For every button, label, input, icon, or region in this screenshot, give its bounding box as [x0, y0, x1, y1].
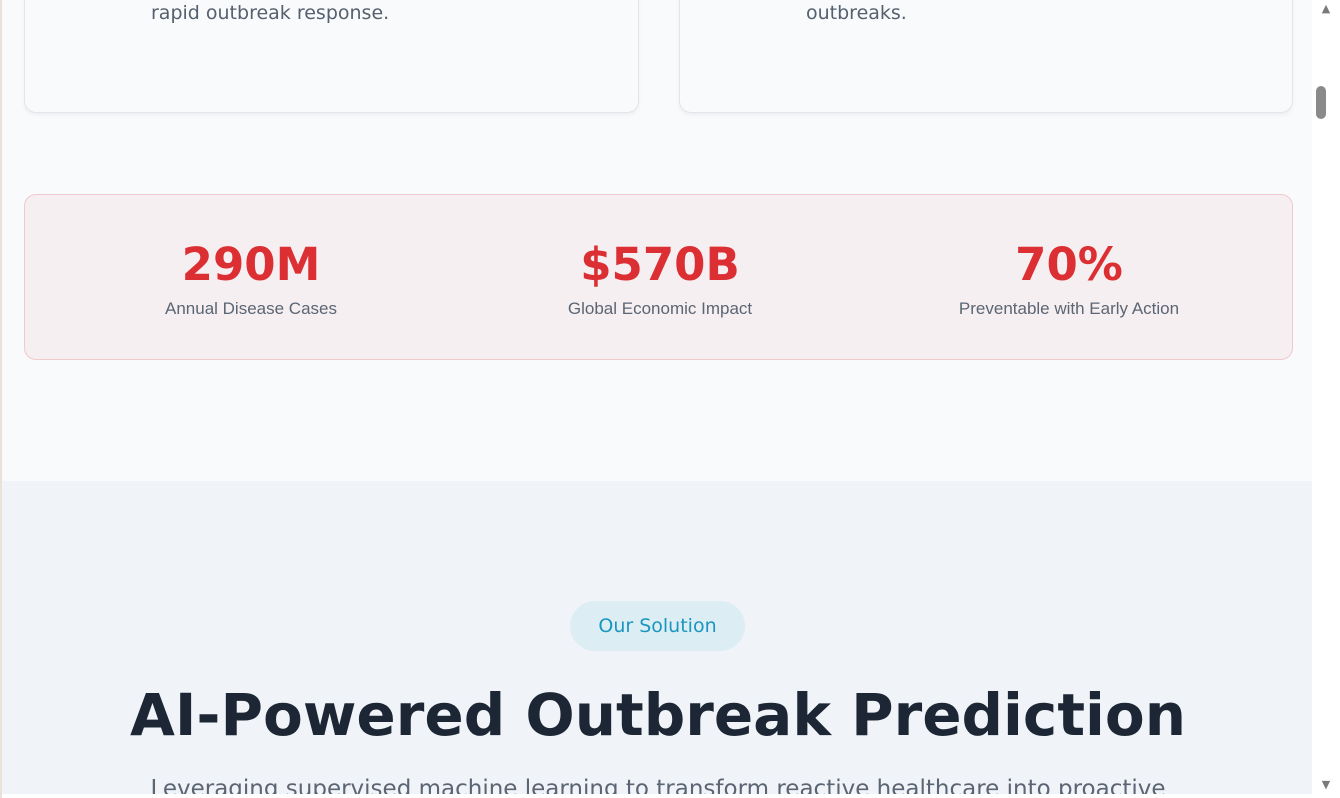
stat-label: Annual Disease Cases	[165, 299, 337, 318]
stats-panel: 290M Annual Disease Cases $570B Global E…	[24, 194, 1293, 360]
stat-annual-cases: 290M Annual Disease Cases	[51, 237, 451, 320]
problem-card-text: bear the heaviest burden, lacking resour…	[151, 2, 390, 24]
problem-card-right: leveraged effectively to predict and pre…	[679, 0, 1293, 113]
vertical-scrollbar[interactable]: ▲ ▼	[1312, 0, 1340, 798]
stat-label: Preventable with Early Action	[958, 299, 1180, 318]
viewport-bottom-edge	[2, 794, 1312, 798]
scroll-down-arrow-icon[interactable]: ▼	[1312, 776, 1340, 794]
solution-section: Our Solution AI-Powered Outbreak Predict…	[2, 481, 1312, 798]
stat-value: $570B	[580, 238, 740, 291]
section-badge: Our Solution	[570, 601, 745, 651]
stat-label: Global Economic Impact	[567, 299, 753, 318]
stat-value: 70%	[1015, 238, 1123, 291]
stat-value: 290M	[181, 238, 321, 291]
problem-card-text: leveraged effectively to predict and pre…	[806, 2, 907, 24]
section-headline: AI-Powered Outbreak Prediction	[129, 681, 1187, 749]
problem-card-left: bear the heaviest burden, lacking resour…	[24, 0, 639, 113]
scroll-up-arrow-icon[interactable]: ▲	[1312, 0, 1340, 18]
stat-economic-impact: $570B Global Economic Impact	[460, 237, 860, 320]
scrollbar-thumb[interactable]	[1316, 86, 1326, 119]
stat-preventable: 70% Preventable with Early Action	[869, 237, 1269, 320]
page-viewport: bear the heaviest burden, lacking resour…	[0, 0, 1312, 798]
